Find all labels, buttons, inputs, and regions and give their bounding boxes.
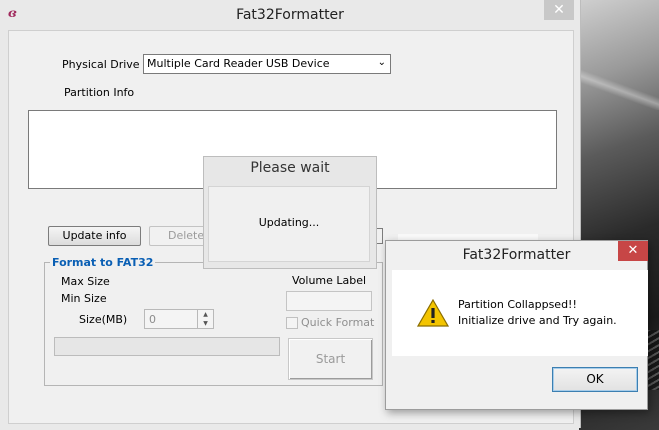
close-button[interactable]: ✕: [544, 0, 574, 20]
chevron-down-icon: ⌄: [377, 57, 386, 68]
close-icon: ✕: [553, 2, 565, 18]
partition-info-label: Partition Info: [64, 86, 135, 99]
update-info-button[interactable]: Update info: [48, 226, 141, 246]
spin-arrows-icon[interactable]: ▲ ▼: [197, 310, 213, 328]
hidden-button-edge: [377, 228, 383, 244]
format-group-legend: Format to FAT32: [50, 256, 156, 269]
error-dialog-close-button[interactable]: ✕: [618, 241, 648, 261]
error-message-line1: Partition Collappsed!!: [458, 298, 577, 311]
physical-drive-value: Multiple Card Reader USB Device: [147, 57, 330, 70]
size-mb-value: 0: [149, 313, 156, 326]
delete-button[interactable]: Delete: [149, 226, 209, 246]
physical-drive-label: Physical Drive: [62, 58, 140, 71]
ok-button[interactable]: OK: [552, 367, 638, 392]
error-dialog-title: Fat32Formatter: [462, 247, 571, 263]
quick-format-checkbox[interactable]: [286, 317, 298, 329]
start-button[interactable]: Start: [288, 338, 373, 380]
close-icon: ✕: [627, 243, 639, 258]
quick-format-label: Quick Format: [301, 316, 375, 329]
physical-drive-select[interactable]: Multiple Card Reader USB Device ⌄: [143, 54, 391, 74]
warning-icon: [416, 298, 450, 327]
please-wait-title: Please wait: [250, 160, 330, 176]
progress-bar: [54, 337, 280, 356]
error-message-line2: Initialize drive and Try again.: [458, 314, 617, 327]
size-mb-stepper[interactable]: 0 ▲ ▼: [144, 309, 214, 329]
size-mb-label: Size(MB): [79, 313, 128, 326]
min-size-label: Min Size: [61, 292, 107, 305]
max-size-label: Max Size: [61, 275, 110, 288]
volume-label-input[interactable]: [286, 291, 372, 311]
volume-label-label: Volume Label: [292, 274, 367, 287]
window-title: Fat32Formatter: [236, 7, 344, 23]
please-wait-message: Updating...: [258, 216, 320, 229]
